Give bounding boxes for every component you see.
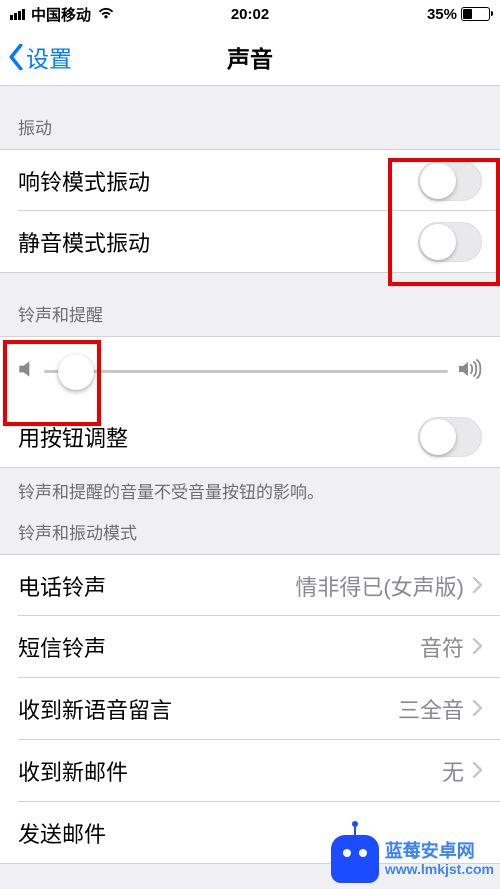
watermark-bot-icon: [331, 835, 379, 883]
watermark: 蓝莓安卓网 www.lmkjst.com: [331, 835, 494, 883]
volume-slider-thumb[interactable]: [58, 354, 94, 390]
sounds-group: 电话铃声 情非得已(女声版) 短信铃声 音符 收到新语音留言 三全音 收到新邮件…: [0, 554, 500, 864]
new-mail-value: 无: [442, 755, 464, 787]
chevron-right-icon: [472, 758, 482, 784]
status-bar: 中国移动 20:02 35%: [0, 0, 500, 28]
cell-ringtone[interactable]: 电话铃声 情非得已(女声版): [0, 554, 500, 616]
cell-voicemail[interactable]: 收到新语音留言 三全音: [0, 678, 500, 740]
ring-vibrate-label: 响铃模式振动: [18, 165, 150, 197]
volume-slider[interactable]: [44, 370, 448, 373]
carrier-label: 中国移动: [31, 4, 91, 25]
ring-vibrate-toggle[interactable]: [418, 161, 482, 201]
change-with-buttons-group: 用按钮调整: [0, 406, 500, 468]
status-right: 35%: [427, 6, 490, 23]
section-header-vibration: 振动: [0, 86, 500, 149]
ringtone-value: 情非得已(女声版): [295, 570, 464, 602]
voicemail-value: 三全音: [398, 693, 464, 725]
change-with-buttons-label: 用按钮调整: [18, 421, 128, 453]
silent-vibrate-label: 静音模式振动: [18, 226, 150, 258]
section-header-pattern: 铃声和振动模式: [0, 509, 500, 554]
cell-ring-vibrate: 响铃模式振动: [0, 149, 500, 211]
ringtone-label: 电话铃声: [18, 570, 106, 602]
battery-icon: [461, 7, 490, 21]
status-time: 20:02: [231, 6, 269, 23]
watermark-title: 蓝莓安卓网: [385, 841, 494, 862]
text-tone-value: 音符: [420, 631, 464, 663]
nav-header: 设置 声音: [0, 28, 500, 86]
cell-new-mail[interactable]: 收到新邮件 无: [0, 740, 500, 802]
watermark-url: www.lmkjst.com: [385, 861, 494, 877]
chevron-right-icon: [472, 634, 482, 660]
section-header-ringer: 铃声和提醒: [0, 273, 500, 336]
sent-mail-label: 发送邮件: [18, 817, 106, 849]
page-title: 声音: [227, 40, 273, 74]
wifi-icon: [97, 6, 115, 23]
back-button[interactable]: 设置: [0, 40, 72, 74]
cell-text-tone[interactable]: 短信铃声 音符: [0, 616, 500, 678]
status-left: 中国移动: [10, 4, 115, 25]
volume-low-icon: [18, 359, 34, 384]
cell-silent-vibrate: 静音模式振动: [0, 211, 500, 273]
chevron-right-icon: [472, 696, 482, 722]
change-with-buttons-toggle[interactable]: [418, 417, 482, 457]
battery-percent: 35%: [427, 6, 457, 23]
vibration-group: 响铃模式振动 静音模式振动: [0, 149, 500, 273]
volume-slider-cell: [0, 336, 500, 406]
text-tone-label: 短信铃声: [18, 631, 106, 663]
back-label: 设置: [26, 40, 72, 74]
cell-change-with-buttons: 用按钮调整: [0, 406, 500, 468]
chevron-right-icon: [472, 573, 482, 599]
ringer-footer: 铃声和提醒的音量不受音量按钮的影响。: [0, 468, 500, 509]
cellular-signal-icon: [10, 9, 25, 20]
new-mail-label: 收到新邮件: [18, 755, 128, 787]
silent-vibrate-toggle[interactable]: [418, 222, 482, 262]
voicemail-label: 收到新语音留言: [18, 693, 172, 725]
volume-high-icon: [458, 359, 482, 384]
chevron-left-icon: [8, 44, 24, 70]
